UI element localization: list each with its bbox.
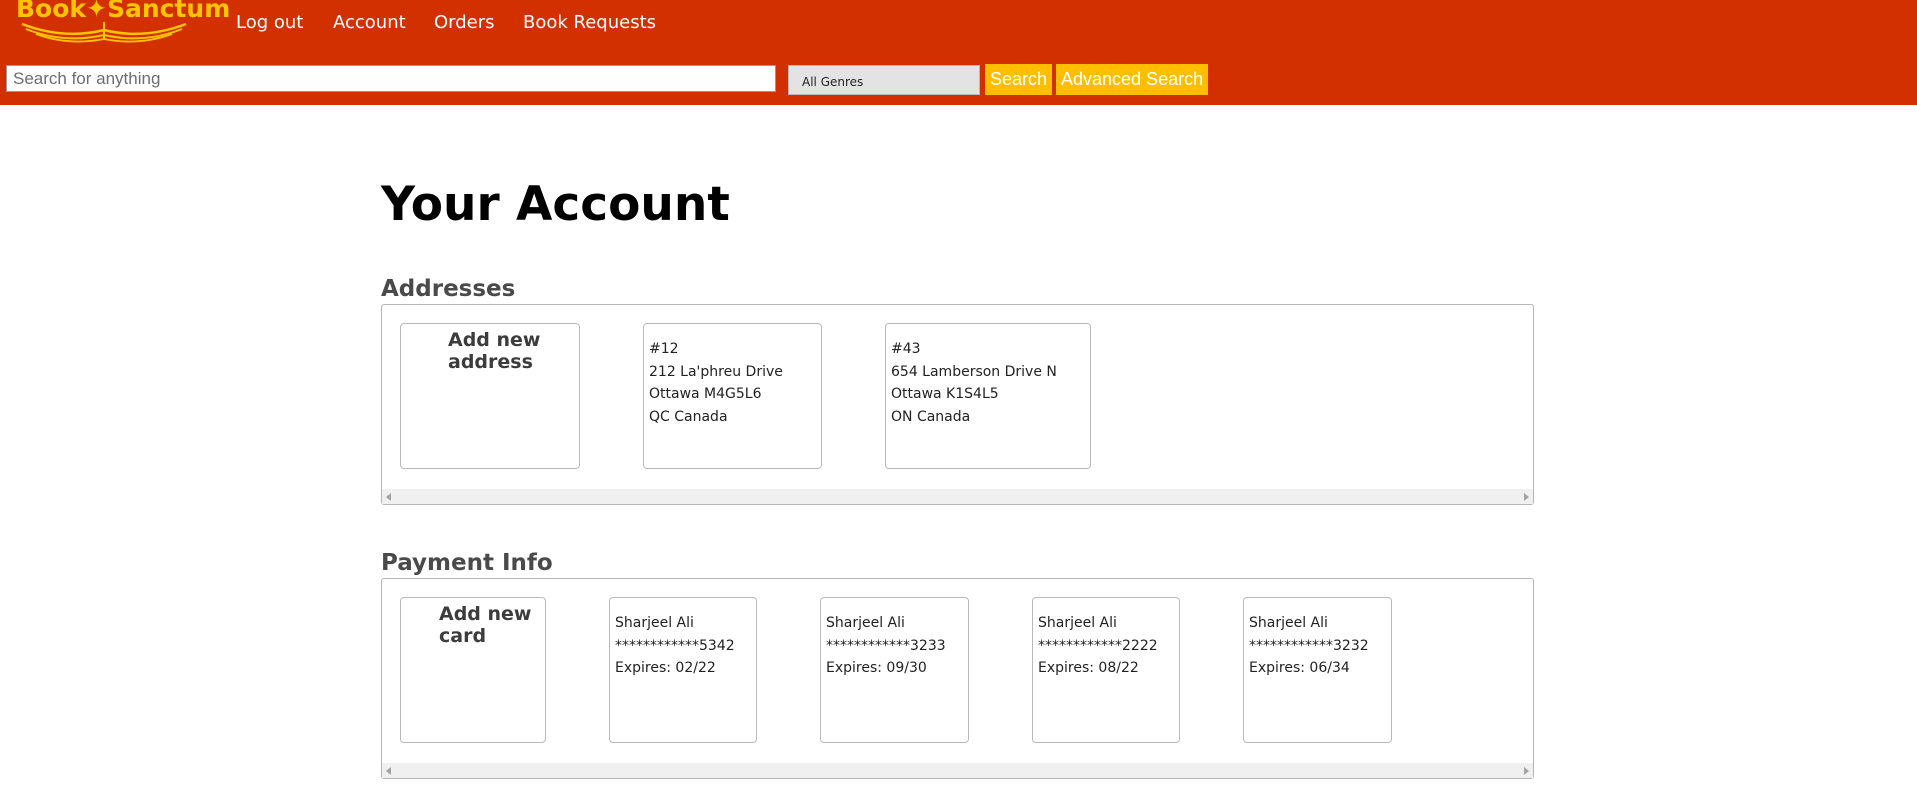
add-address-button[interactable]: Add new address: [400, 323, 580, 469]
card-expiry: Expires: 08/22: [1038, 660, 1139, 677]
site-logo[interactable]: Book✦Sanctum: [14, 0, 230, 48]
address-card[interactable]: #12 212 La'phreu Drive Ottawa M4G5L6 QC …: [643, 323, 822, 469]
payment-card[interactable]: Sharjeel Ali ************2222 Expires: 0…: [1032, 597, 1180, 743]
card-expiry: Expires: 02/22: [615, 660, 716, 677]
address-lines: #12 212 La'phreu Drive Ottawa M4G5L6 QC …: [649, 338, 783, 429]
search-input[interactable]: [6, 65, 776, 92]
addresses-heading: Addresses: [381, 276, 516, 302]
open-book-icon: [21, 22, 187, 43]
address-lines: #43 654 Lamberson Drive N Ottawa K1S4L5 …: [891, 338, 1057, 429]
address-city: Ottawa K1S4L5: [891, 386, 999, 403]
payment-card[interactable]: Sharjeel Ali ************5342 Expires: 0…: [609, 597, 757, 743]
card-number: ************2222: [1038, 637, 1158, 654]
payment-panel: Add new card Sharjeel Ali ************53…: [381, 578, 1534, 779]
card-lines: Sharjeel Ali ************3232 Expires: 0…: [1249, 612, 1369, 680]
top-header: Book✦Sanctum Log out Account Orders Book…: [0, 0, 1917, 105]
add-card-button[interactable]: Add new card: [400, 597, 546, 743]
address-region: QC Canada: [649, 409, 728, 426]
scroll-right-icon[interactable]: [1524, 493, 1529, 501]
card-expiry: Expires: 06/34: [1249, 660, 1350, 677]
nav-account[interactable]: Account: [333, 12, 406, 33]
nav-orders[interactable]: Orders: [434, 12, 495, 33]
page-title: Your Account: [381, 177, 730, 232]
add-card-label: Add new card: [439, 603, 532, 647]
scroll-left-icon[interactable]: [386, 767, 391, 775]
addresses-scrollbar[interactable]: [382, 489, 1533, 504]
card-number: ************3233: [826, 637, 946, 654]
card-holder: Sharjeel Ali: [826, 615, 905, 631]
add-address-label: Add new address: [448, 329, 541, 373]
card-lines: Sharjeel Ali ************2222 Expires: 0…: [1038, 612, 1158, 680]
address-street: 212 La'phreu Drive: [649, 363, 783, 380]
advanced-search-button[interactable]: Advanced Search: [1056, 64, 1209, 95]
address-region: ON Canada: [891, 409, 971, 426]
card-expiry: Expires: 09/30: [826, 660, 927, 677]
address-street: 654 Lamberson Drive N: [891, 363, 1057, 380]
addresses-panel: Add new address #12 212 La'phreu Drive O…: [381, 304, 1534, 505]
payment-scrollbar[interactable]: [382, 763, 1533, 778]
address-city: Ottawa M4G5L6: [649, 386, 762, 403]
address-card[interactable]: #43 654 Lamberson Drive N Ottawa K1S4L5 …: [885, 323, 1091, 469]
card-number: ************3232: [1249, 637, 1369, 654]
search-button[interactable]: Search: [985, 64, 1053, 95]
scroll-right-icon[interactable]: [1524, 767, 1529, 775]
card-number: ************5342: [615, 637, 735, 654]
nav-book-requests[interactable]: Book Requests: [523, 12, 656, 33]
card-holder: Sharjeel Ali: [1038, 615, 1117, 631]
payment-card[interactable]: Sharjeel Ali ************3232 Expires: 0…: [1243, 597, 1392, 743]
nav-logout[interactable]: Log out: [236, 12, 303, 33]
genre-select[interactable]: All Genres: [788, 65, 980, 95]
payment-heading: Payment Info: [381, 550, 553, 576]
payment-card[interactable]: Sharjeel Ali ************3233 Expires: 0…: [820, 597, 969, 743]
card-lines: Sharjeel Ali ************3233 Expires: 0…: [826, 612, 946, 680]
address-unit: #43: [891, 341, 921, 357]
scroll-left-icon[interactable]: [386, 493, 391, 501]
card-lines: Sharjeel Ali ************5342 Expires: 0…: [615, 612, 735, 680]
card-holder: Sharjeel Ali: [1249, 615, 1328, 631]
address-unit: #12: [649, 341, 679, 357]
card-holder: Sharjeel Ali: [615, 615, 694, 631]
